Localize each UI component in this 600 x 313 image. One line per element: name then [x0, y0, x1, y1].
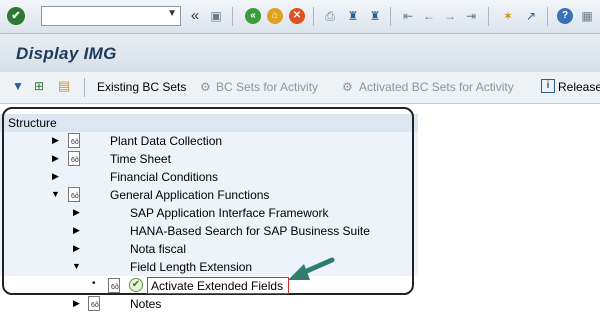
toolbar-separator	[313, 7, 314, 26]
next-page-icon[interactable]: →	[442, 8, 458, 24]
tree-row-notes[interactable]: ▶ 6ô Notes	[0, 295, 418, 313]
annotation-arrow-icon	[288, 257, 335, 280]
print-icon[interactable]: ⎙	[322, 8, 338, 24]
customize-layout-icon[interactable]: ▦	[579, 8, 595, 24]
command-field[interactable]: ▼	[41, 6, 181, 26]
annotation-highlight-box	[147, 277, 289, 294]
exit-icon[interactable]: ⌂	[267, 8, 283, 24]
toolbar-separator	[547, 7, 548, 26]
toolbar-separator	[84, 78, 85, 97]
tree-structure-icon[interactable]: ⊞	[34, 79, 44, 93]
expand-icon[interactable]: ▶	[73, 298, 80, 309]
previous-page-icon[interactable]: ←	[421, 8, 437, 24]
toolbar-separator	[488, 7, 489, 26]
release-button[interactable]: Release	[558, 80, 600, 94]
info-icon: i	[541, 79, 555, 93]
find-next-icon[interactable]: ♜	[367, 8, 383, 24]
chevron-down-icon[interactable]: ▼	[167, 8, 177, 19]
back-icon[interactable]: «	[245, 8, 261, 24]
ok-icon[interactable]: ✔	[7, 7, 25, 25]
find-icon[interactable]: ♜	[345, 8, 361, 24]
toolbar-separator	[390, 7, 391, 26]
double-back-arrows-icon[interactable]: «	[187, 8, 203, 24]
activated-bc-sets-icon: ⚙	[342, 80, 353, 94]
documentation-icon[interactable]: 6ô	[88, 296, 100, 311]
new-session-icon[interactable]: ✶	[500, 8, 516, 24]
cancel-icon[interactable]: ✕	[289, 8, 305, 24]
last-page-icon[interactable]: ⇥	[463, 8, 479, 24]
save-icon[interactable]: ▣	[208, 8, 224, 24]
activated-bc-sets-for-activity-button[interactable]: Activated BC Sets for Activity	[359, 80, 514, 94]
folder-icon[interactable]: ▤	[58, 78, 70, 94]
bc-sets-for-activity-button[interactable]: BC Sets for Activity	[216, 80, 318, 94]
expand-all-icon[interactable]: ▼	[12, 79, 24, 93]
tree-node-label: Notes	[130, 297, 162, 311]
shortcut-icon[interactable]: ↗	[523, 8, 539, 24]
help-icon[interactable]: ?	[557, 8, 573, 24]
toolbar-separator	[232, 7, 233, 26]
page-title: Display IMG	[16, 44, 117, 63]
annotation-rounded-outline	[2, 107, 414, 295]
first-page-icon[interactable]: ⇤	[400, 8, 416, 24]
existing-bc-sets-button[interactable]: Existing BC Sets	[97, 80, 186, 94]
bc-sets-icon: ⚙	[200, 80, 211, 94]
